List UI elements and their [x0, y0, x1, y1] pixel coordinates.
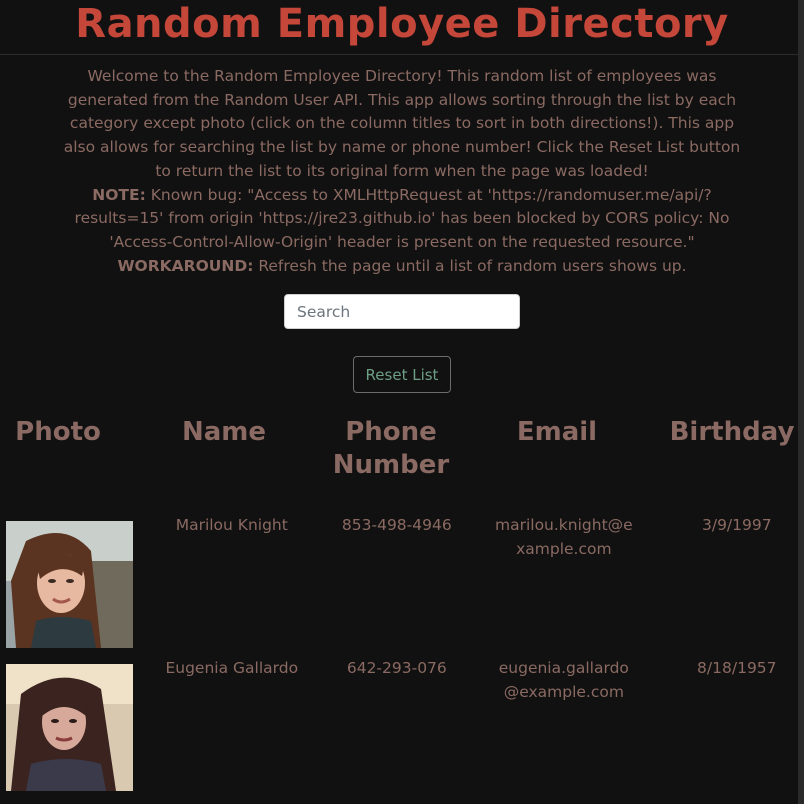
table-row: Marilou Knight 853-498-4946 marilou.knig… — [0, 510, 804, 653]
employee-photo — [6, 664, 133, 791]
search-input[interactable] — [284, 294, 520, 330]
employee-name: Eugenia Gallardo — [165, 659, 299, 677]
intro-paragraph: Welcome to the Random Employee Directory… — [63, 67, 741, 180]
column-header-name[interactable]: Name — [116, 410, 332, 510]
reset-container: Reset List — [0, 356, 804, 394]
page-title: Random Employee Directory — [75, 1, 729, 47]
column-header-email[interactable]: Email — [450, 410, 664, 510]
employee-name: Marilou Knight — [175, 516, 288, 534]
photo-cell — [0, 653, 133, 796]
table-header: Photo Name Phone Number Email Birthday — [0, 410, 804, 510]
employee-email: eugenia.gallardo@example.com — [498, 659, 629, 701]
search-container — [0, 294, 804, 331]
employee-email: marilou.knight@example.com — [494, 516, 633, 558]
note-label: NOTE: — [92, 185, 146, 204]
header: Random Employee Directory — [0, 0, 804, 55]
reset-list-button[interactable]: Reset List — [353, 356, 451, 394]
employee-email-cell: marilou.knight@example.com — [458, 510, 670, 653]
scrollbar[interactable] — [798, 0, 804, 804]
workaround-label: WORKAROUND: — [117, 256, 254, 275]
employee-phone: 853-498-4946 — [341, 516, 452, 534]
column-header-phone[interactable]: Phone Number — [332, 410, 450, 510]
note-text: Known bug: "Access to XMLHttpRequest at … — [74, 185, 730, 251]
table-row: Eugenia Gallardo 642-293-076 eugenia.gal… — [0, 653, 804, 796]
employee-email-cell: eugenia.gallardo@example.com — [458, 653, 670, 796]
photo-cell — [0, 510, 133, 653]
page: Random Employee Directory Welcome to the… — [0, 0, 804, 804]
employee-phone: 642-293-076 — [346, 659, 447, 677]
column-header-birthday[interactable]: Birthday — [664, 410, 800, 510]
employee-birthday: 8/18/1957 — [697, 659, 777, 677]
employee-birthday: 3/9/1997 — [701, 516, 772, 534]
column-header-photo: Photo — [15, 417, 101, 447]
workaround-text: Refresh the page until a list of random … — [253, 256, 687, 275]
intro-text: Welcome to the Random Employee Directory… — [57, 65, 747, 278]
employee-photo — [6, 521, 133, 648]
employee-table: Photo Name Phone Number Email Birthday M… — [0, 410, 804, 796]
